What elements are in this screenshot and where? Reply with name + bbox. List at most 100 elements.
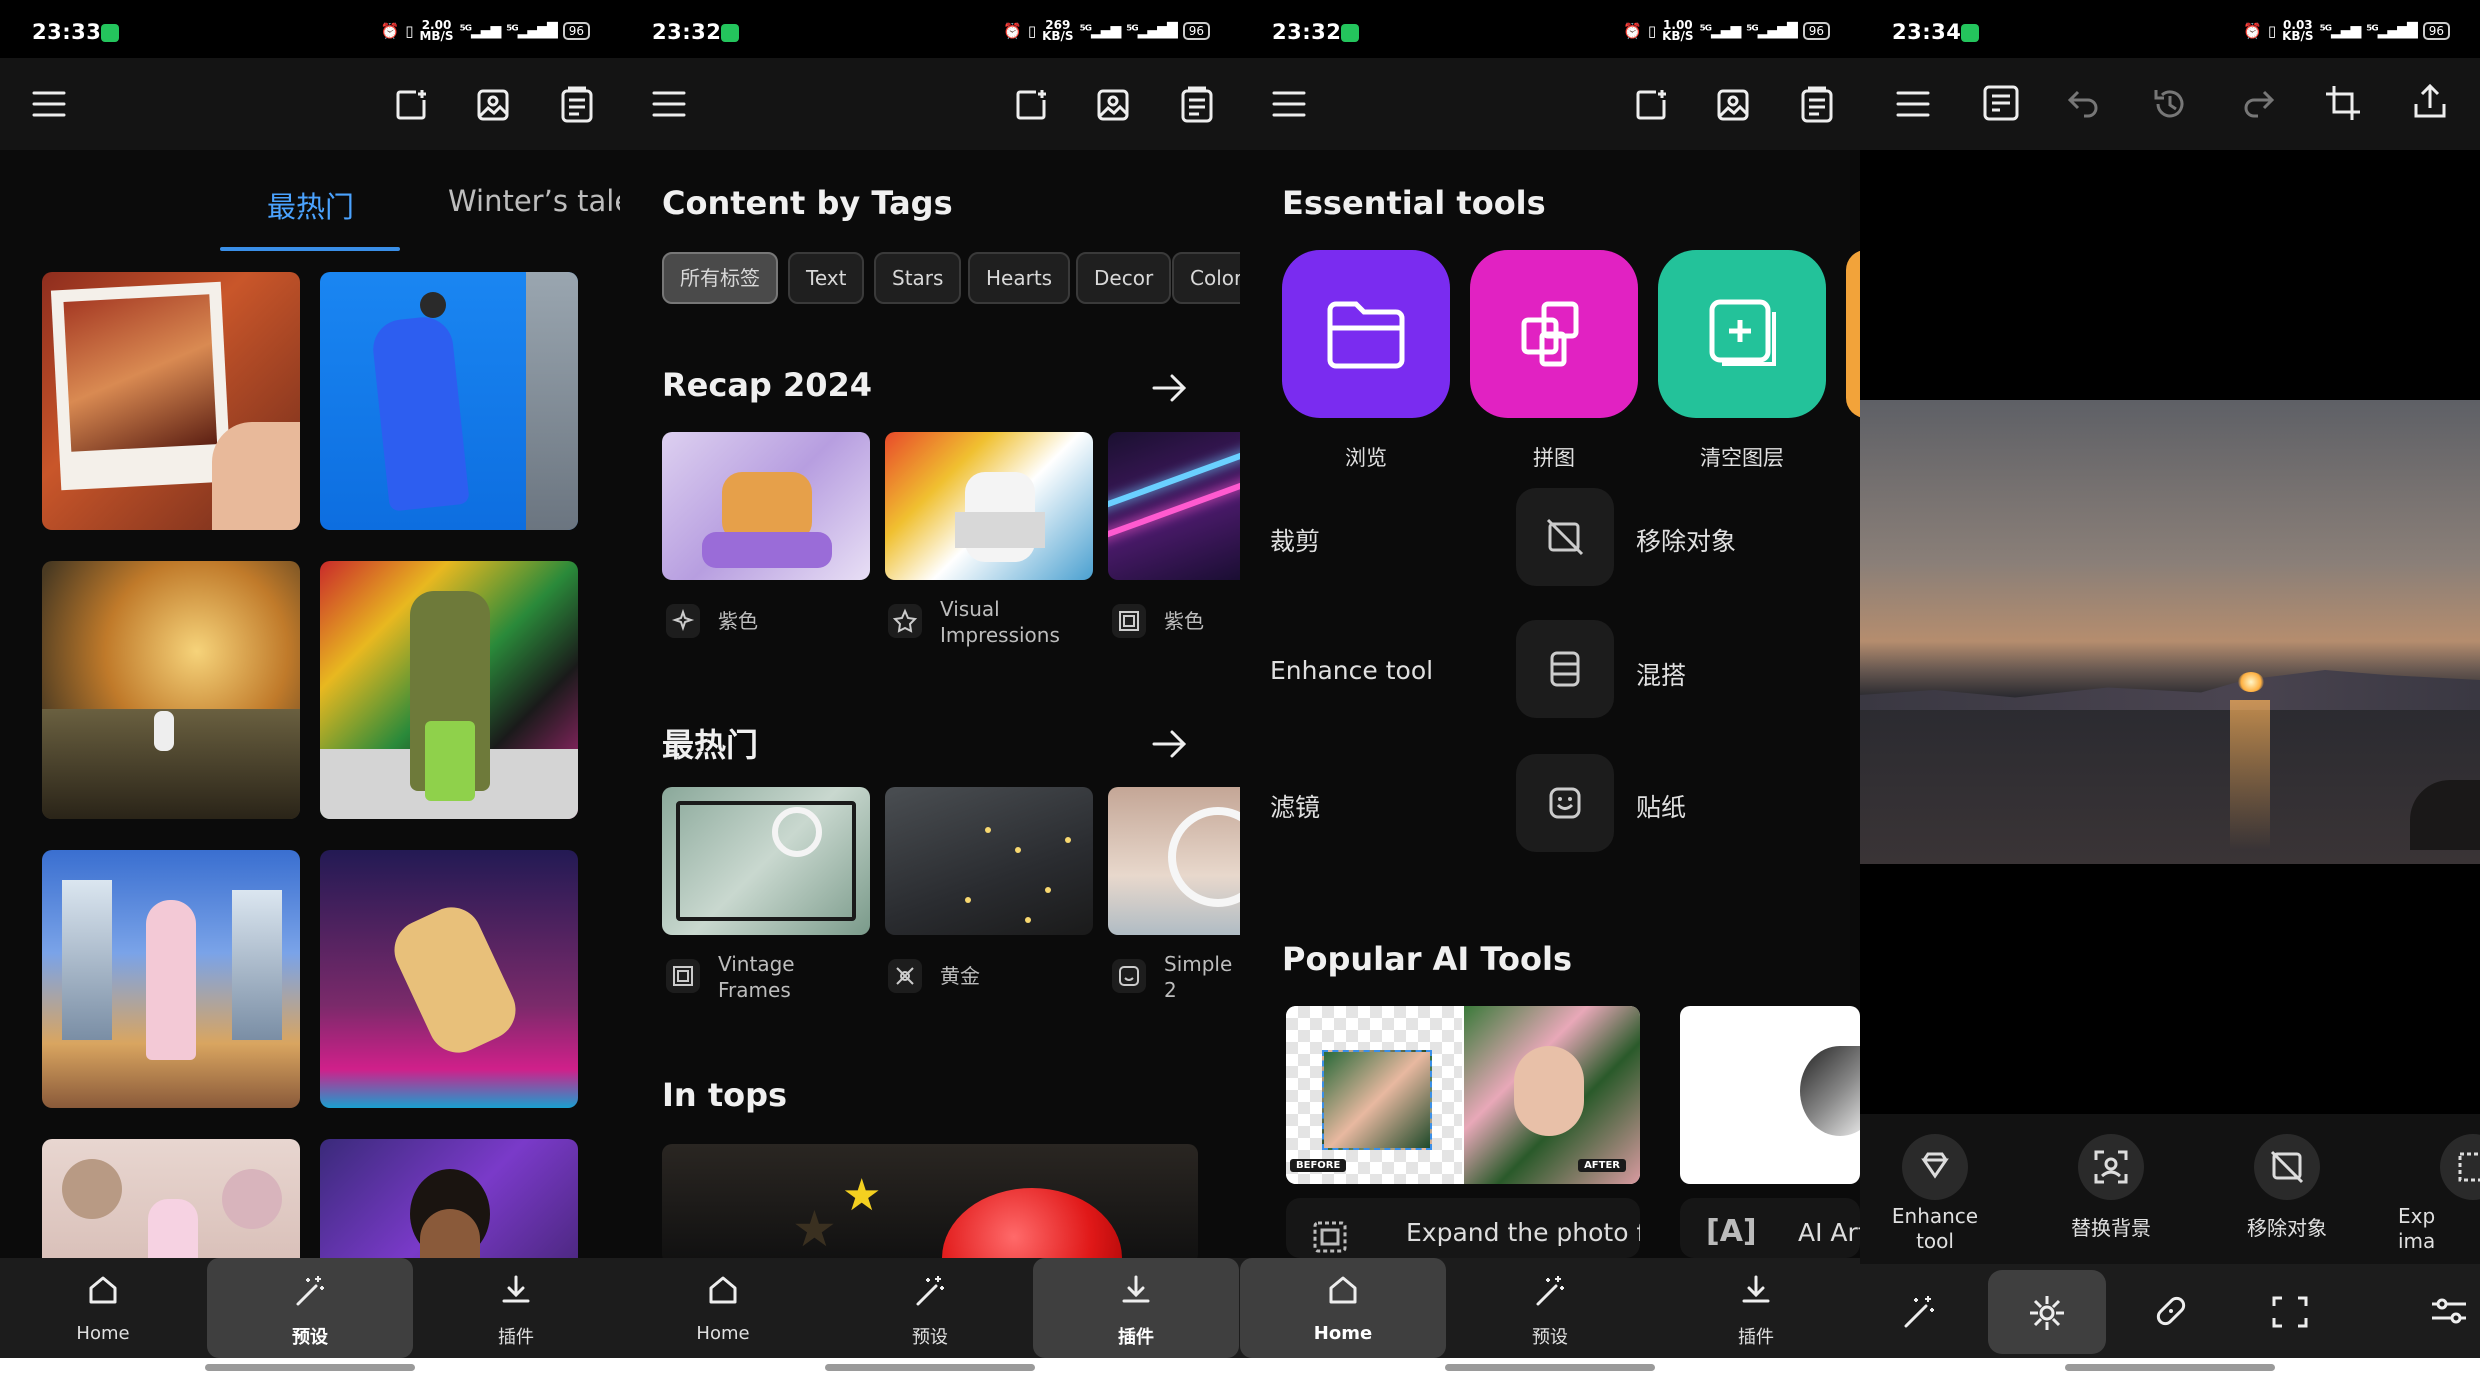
nav-home[interactable]: Home	[0, 1258, 206, 1358]
menu-icon[interactable]	[32, 90, 66, 118]
enhance-tool[interactable]: Enhance tool	[1270, 656, 1433, 685]
nav-plugins[interactable]: 插件	[413, 1258, 619, 1358]
filters-tool[interactable]: 滤镜	[1270, 788, 1320, 824]
adjust-icon[interactable]	[2430, 1294, 2468, 1328]
template-thumbnail[interactable]	[42, 561, 300, 819]
vibrate-icon: ▯	[1647, 22, 1657, 40]
chip-hearts[interactable]: Hearts	[968, 252, 1071, 304]
crop-tool[interactable]: 裁剪	[1270, 522, 1320, 558]
ai-art-label: AI Art	[1798, 1218, 1860, 1247]
folder-icon	[1324, 294, 1408, 374]
battery-indicator: 96	[1802, 22, 1830, 40]
tab-hottest[interactable]: 最热门	[267, 184, 354, 226]
new-canvas-icon[interactable]	[1634, 88, 1668, 122]
top-app-bar	[0, 58, 620, 150]
remove-object-icon[interactable]	[2254, 1134, 2320, 1200]
arrow-right-icon[interactable]	[1152, 372, 1188, 404]
enhance-icon[interactable]	[1902, 1134, 1968, 1200]
status-icons: ⏰ ▯ 0.03 KB/S ⁵ᴳ▂▄▆ ⁵ᴳ▂▄▆█ 96	[2243, 19, 2450, 42]
template-thumbnail[interactable]	[42, 850, 300, 1108]
plugin-thumbnail[interactable]	[885, 787, 1093, 935]
template-thumbnail[interactable]	[320, 272, 578, 530]
nav-home[interactable]: Home	[1240, 1258, 1446, 1358]
expand-icon[interactable]	[2440, 1134, 2480, 1200]
home-indicator[interactable]	[2065, 1364, 2275, 1371]
plugin-thumbnail[interactable]	[1108, 787, 1240, 935]
arrow-right-icon[interactable]	[1152, 728, 1188, 760]
chip-all-tags[interactable]: 所有标签	[662, 252, 778, 304]
magic-wand-icon[interactable]	[1902, 1294, 1938, 1330]
home-indicator[interactable]	[825, 1364, 1035, 1371]
replace-bg-icon[interactable]	[2078, 1134, 2144, 1200]
undo-icon[interactable]	[2066, 88, 2100, 118]
vibrate-icon: ▯	[2267, 22, 2277, 40]
blend-button[interactable]	[1516, 620, 1614, 718]
gallery-icon[interactable]	[1716, 88, 1750, 122]
chip-color[interactable]: Color	[1172, 252, 1240, 304]
nav-plugins[interactable]: 插件	[1033, 1258, 1239, 1358]
vibrate-icon: ▯	[1027, 22, 1037, 40]
templates-icon[interactable]	[1180, 86, 1214, 124]
plugin-banner[interactable]: ★ ★	[662, 1144, 1198, 1264]
templates-icon[interactable]	[1982, 84, 2020, 122]
stickers-button[interactable]	[1516, 754, 1614, 852]
redo-icon[interactable]	[2242, 88, 2276, 118]
menu-icon[interactable]	[1272, 90, 1306, 118]
nav-plugins[interactable]: 插件	[1653, 1258, 1859, 1358]
nav-effects-active[interactable]	[1988, 1270, 2106, 1354]
plugin-thumbnail[interactable]	[662, 432, 870, 580]
frame-select-icon[interactable]	[2272, 1294, 2308, 1330]
expand-photo-button[interactable]: Expand the photo frame	[1286, 1198, 1640, 1258]
menu-icon[interactable]	[652, 90, 686, 118]
gallery-icon[interactable]	[476, 88, 510, 122]
alarm-icon: ⏰	[2243, 22, 2262, 40]
chip-stars[interactable]: Stars	[874, 252, 962, 304]
history-icon[interactable]	[2152, 86, 2188, 122]
new-canvas-icon[interactable]	[394, 88, 428, 122]
share-icon[interactable]	[2412, 82, 2448, 120]
chip-text[interactable]: Text	[788, 252, 865, 304]
nav-home[interactable]: Home	[620, 1258, 826, 1358]
signal-icon: ⁵ᴳ▂▄▆	[1079, 23, 1122, 39]
gallery-icon[interactable]	[1096, 88, 1130, 122]
signal-icon-2: ⁵ᴳ▂▄▆█	[1126, 23, 1177, 39]
menu-icon[interactable]	[1896, 90, 1930, 118]
plugin-thumbnail[interactable]	[662, 787, 870, 935]
crop-icon[interactable]	[2324, 84, 2362, 122]
more-tool-button[interactable]	[1846, 250, 1860, 418]
photo-canvas[interactable]	[1860, 400, 2480, 864]
ai-art-card[interactable]	[1680, 1006, 1860, 1184]
home-indicator[interactable]	[1445, 1364, 1655, 1371]
signal-icon: ⁵ᴳ▂▄▆	[2319, 23, 2362, 39]
remove-object-label: 移除对象	[2247, 1216, 2327, 1240]
signal-icon-2: ⁵ᴳ▂▄▆█	[2366, 23, 2417, 39]
plugin-caption: Visual Impressions	[940, 597, 1060, 647]
nav-presets[interactable]: 预设	[827, 1258, 1033, 1358]
plugin-thumbnail[interactable]	[1108, 432, 1240, 580]
browse-tool-button[interactable]	[1282, 250, 1450, 418]
tab-winters-tale[interactable]: Winter’s tale	[448, 184, 620, 218]
nav-presets[interactable]: 预设	[207, 1258, 413, 1358]
expand-photo-label: Expand the photo frame	[1406, 1218, 1640, 1247]
bandage-icon[interactable]	[2152, 1292, 2190, 1330]
alarm-icon: ⏰	[1623, 22, 1642, 40]
remove-object-button[interactable]	[1516, 488, 1614, 586]
plugin-caption: 紫色	[1164, 609, 1204, 633]
collage-tool-button[interactable]	[1470, 250, 1638, 418]
nav-presets[interactable]: 预设	[1447, 1258, 1653, 1358]
chip-decor[interactable]: Decor	[1076, 252, 1172, 304]
active-tab-indicator	[220, 247, 400, 251]
new-canvas-icon[interactable]	[1014, 88, 1048, 122]
home-icon	[707, 1274, 739, 1306]
template-thumbnail[interactable]	[320, 850, 578, 1108]
templates-icon[interactable]	[560, 86, 594, 124]
ai-expand-card[interactable]: BEFORE AFTER	[1286, 1006, 1640, 1184]
ai-art-button[interactable]: [A] AI Art	[1680, 1198, 1860, 1258]
before-badge: BEFORE	[1290, 1159, 1347, 1172]
templates-icon[interactable]	[1800, 86, 1834, 124]
empty-layer-tool-button[interactable]	[1658, 250, 1826, 418]
plugin-thumbnail[interactable]	[885, 432, 1093, 580]
template-thumbnail[interactable]	[320, 561, 578, 819]
home-indicator[interactable]	[205, 1364, 415, 1371]
template-thumbnail[interactable]	[42, 272, 300, 530]
